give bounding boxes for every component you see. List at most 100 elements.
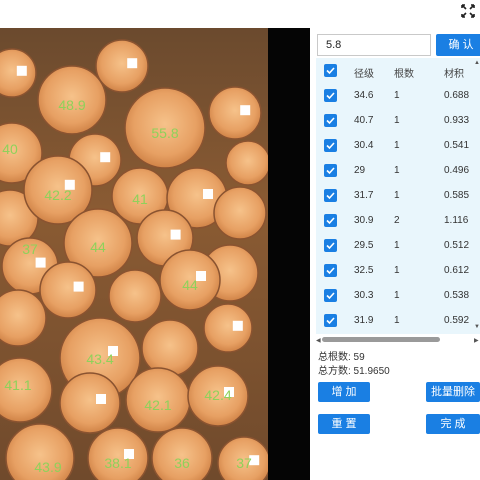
cell-count: 1 [394,165,400,176]
cell-diameter: 40.7 [354,115,374,126]
log-end [39,261,97,319]
table-row[interactable]: 30.9 2 1.116 [316,208,480,233]
tag-marker [232,320,243,331]
horizontal-scrollbar[interactable] [322,337,440,342]
log-end [95,39,149,93]
cell-volume: 0.612 [444,265,470,276]
cell-volume: 0.688 [444,90,470,101]
table-row[interactable]: 40.7 1 0.933 [316,108,480,133]
cell-count: 2 [394,215,400,226]
tag-marker [170,229,181,240]
log-end [141,319,199,377]
cell-count: 1 [394,265,400,276]
cell-diameter: 34.6 [354,90,374,101]
cell-count: 1 [394,240,400,251]
batch-delete-button[interactable]: 批量删除 [426,382,480,402]
cell-volume: 1.116 [444,215,469,226]
cell-count: 1 [394,290,400,301]
header-volume: 材积 [444,69,464,80]
cell-volume: 0.592 [444,315,470,326]
cell-volume: 0.538 [444,290,470,301]
cell-count: 1 [394,315,400,326]
log-pile-photo: 48.9 55.8 40 42.2 41 37 44 44 43.4 41.1 42.1 42.4 43… [0,28,268,480]
row-checkbox[interactable] [324,214,337,227]
row-checkbox[interactable] [324,89,337,102]
log-end [203,303,253,353]
log-end [151,427,213,480]
cell-diameter: 31.9 [354,315,374,326]
log-end [225,140,268,186]
log-end [59,372,121,434]
cell-volume: 0.933 [444,115,470,126]
diameter-label: 43.4 [86,351,113,367]
table-row[interactable]: 32.5 1 0.612 [316,258,480,283]
tag-marker [96,394,106,404]
log-end [108,269,162,323]
row-checkbox[interactable] [324,189,337,202]
header-diameter: 径级 [354,69,374,80]
confirm-button[interactable]: 确 认 [436,34,480,56]
title-bar [0,0,480,22]
header-count: 根数 [394,69,414,80]
cell-count: 1 [394,190,400,201]
table-row[interactable]: 34.6 1 0.688 [316,83,480,108]
finish-button[interactable]: 完 成 [426,414,480,434]
row-checkbox[interactable] [324,164,337,177]
expand-icon[interactable] [460,3,476,19]
add-button[interactable]: 增 加 [318,382,370,402]
table-row[interactable]: 29.5 1 0.512 [316,233,480,258]
log-end [0,289,47,347]
table-header: 径级 根数 材积 [316,58,480,83]
scroll-left-icon[interactable]: ◀ [316,337,321,344]
diameter-label: 42.1 [144,397,171,413]
total-count: 总根数: 59 [318,352,365,363]
table-row[interactable]: 31.9 1 0.592 [316,308,480,333]
diameter-label: 41.1 [4,377,31,393]
cell-diameter: 30.9 [354,215,374,226]
log-end [208,86,262,140]
diameter-input[interactable]: 5.8 [317,34,431,56]
log-end [87,427,149,480]
diameter-label: 48.9 [58,97,85,113]
cell-diameter: 30.4 [354,140,374,151]
scroll-up-icon[interactable]: ▲ [474,60,480,66]
log-table: 径级 根数 材积 34.6 1 0.688 40.7 1 0.933 30.4 1 0.541 2… [316,58,480,334]
table-row[interactable]: 31.7 1 0.585 [316,183,480,208]
cell-volume: 0.496 [444,165,470,176]
tag-marker [127,58,138,69]
log-end [213,186,267,240]
cell-diameter: 30.3 [354,290,374,301]
row-checkbox[interactable] [324,239,337,252]
row-checkbox[interactable] [324,289,337,302]
diameter-label: 55.8 [151,125,178,141]
cell-diameter: 29.5 [354,240,374,251]
tag-marker [16,65,27,76]
row-checkbox[interactable] [324,264,337,277]
row-checkbox[interactable] [324,114,337,127]
diameter-label: 36 [174,455,190,471]
scroll-right-icon[interactable]: ▶ [474,337,479,344]
tag-marker [240,105,251,116]
reset-button[interactable]: 重 置 [318,414,370,434]
table-row[interactable]: 30.4 1 0.541 [316,133,480,158]
diameter-label: 37 [236,455,252,471]
diameter-label: 43.9 [34,459,61,475]
select-all-checkbox[interactable] [324,64,337,77]
cell-diameter: 29 [354,165,366,176]
tag-marker [100,152,111,163]
scroll-down-icon[interactable]: ▼ [474,324,480,330]
cell-diameter: 32.5 [354,265,374,276]
diameter-label: 40 [2,141,18,157]
image-border [268,28,310,480]
cell-diameter: 31.7 [354,190,374,201]
total-volume: 总方数: 51.9650 [318,366,390,377]
table-row[interactable]: 29 1 0.496 [316,158,480,183]
tag-marker [35,257,46,268]
diameter-label: 44 [182,277,198,293]
row-checkbox[interactable] [324,139,337,152]
row-checkbox[interactable] [324,314,337,327]
table-row[interactable]: 30.3 1 0.538 [316,283,480,308]
diameter-label: 37 [22,241,38,257]
diameter-label: 38.1 [104,455,131,471]
cell-count: 1 [394,115,400,126]
